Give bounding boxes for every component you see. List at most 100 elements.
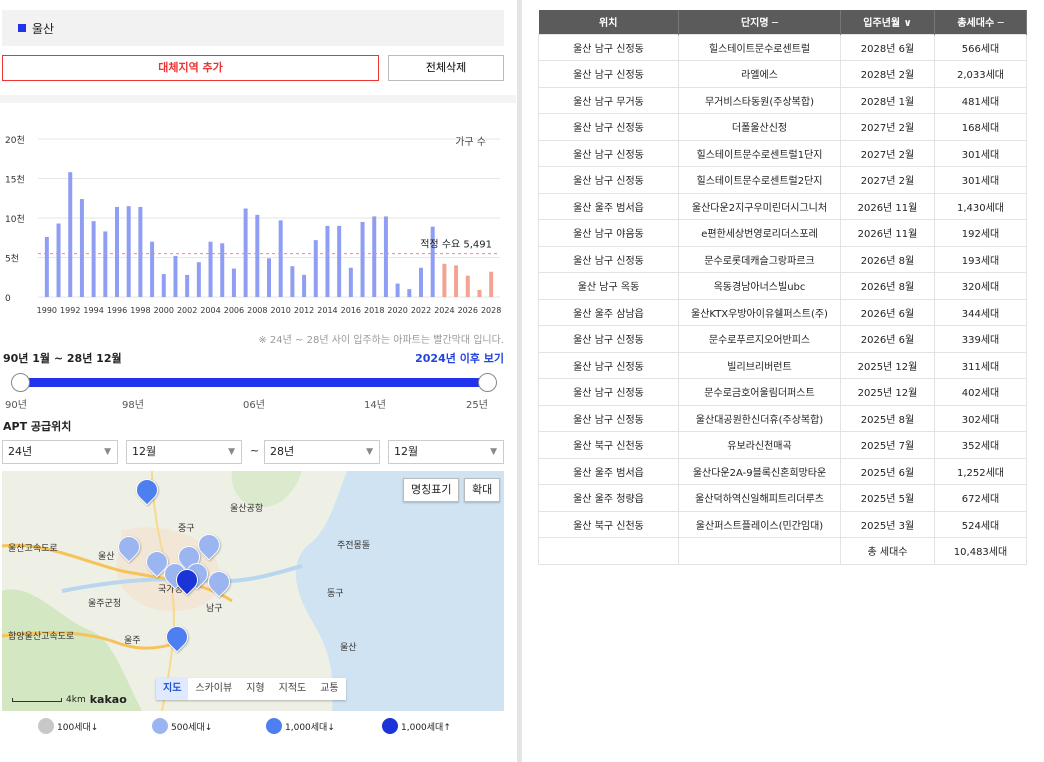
bar[interactable] xyxy=(419,267,423,297)
table-row[interactable]: 울산 남구 무거동 무거비스타동원(주상복합) 2028년 1월 481세대 xyxy=(538,86,1027,114)
table-row[interactable]: 울산 남구 신정동 라엘에스 2028년 2월 2,033세대 xyxy=(538,60,1027,88)
cell-location: 울산 북구 신천동 xyxy=(538,510,679,538)
from-month-select[interactable]: 12월 ▼ xyxy=(126,440,242,464)
bar[interactable] xyxy=(278,220,283,297)
chevron-down-icon: ▼ xyxy=(228,447,235,457)
bar[interactable] xyxy=(465,275,470,297)
cell-move-in: 2025년 12월 xyxy=(840,378,935,406)
col-households[interactable]: 총세대수 ─ xyxy=(934,10,1027,34)
bar[interactable] xyxy=(138,206,143,297)
table-row[interactable]: 울산 남구 신정동 더폴울산신정 2027년 2월 168세대 xyxy=(538,113,1027,141)
delete-all-button[interactable]: 전체삭제 xyxy=(388,55,504,81)
bar[interactable] xyxy=(348,267,353,297)
bar[interactable] xyxy=(173,255,178,297)
bar[interactable] xyxy=(103,231,108,297)
bar[interactable] xyxy=(290,266,295,297)
bar[interactable] xyxy=(44,236,49,297)
bar[interactable] xyxy=(185,274,190,297)
table-row[interactable]: 울산 남구 신정동 힐스테이트문수로센트럴 2028년 6월 566세대 xyxy=(538,33,1027,61)
bar[interactable] xyxy=(489,271,494,297)
bar[interactable] xyxy=(302,274,307,297)
bar[interactable] xyxy=(115,206,119,297)
slider-handle-start[interactable] xyxy=(11,373,30,392)
map-tab-traffic[interactable]: 교통 xyxy=(313,678,345,700)
table-row[interactable]: 울산 남구 신정동 빌리브리버런트 2025년 12월 311세대 xyxy=(538,351,1027,379)
supply-map[interactable]: 명칭표기 확대 울산공항 중구 울산 주전몽돌 동구 울주군청 울주 남구 국가정 울산 울산고속도… xyxy=(2,471,504,711)
slider-handle-end[interactable] xyxy=(478,373,497,392)
legend-label: 1,000세대↓ xyxy=(285,722,335,733)
to-year-select[interactable]: 28년 ▼ xyxy=(264,440,380,464)
region-selection[interactable]: 울산 xyxy=(2,10,504,46)
total-value: 10,483세대 xyxy=(934,537,1027,565)
bar[interactable] xyxy=(231,268,236,297)
bar[interactable] xyxy=(91,221,96,297)
panel-divider[interactable] xyxy=(517,0,522,762)
cell-complex: 문수로롯데캐슬그랑파르크 xyxy=(678,245,841,273)
bar[interactable] xyxy=(196,262,201,297)
table-row[interactable]: 울산 북구 신천동 유보라신천매곡 2025년 7월 352세대 xyxy=(538,431,1027,459)
bar[interactable] xyxy=(68,172,73,297)
bar[interactable] xyxy=(267,258,271,297)
map-tab-skyview[interactable]: 스카이뷰 xyxy=(188,678,239,700)
to-month-select[interactable]: 12월 ▼ xyxy=(388,440,504,464)
map-label: 주전몽돌 xyxy=(337,541,371,551)
y-tick-label: 20천 xyxy=(5,135,25,146)
bar[interactable] xyxy=(395,283,400,297)
col-location[interactable]: 위치 xyxy=(538,10,679,34)
bar[interactable] xyxy=(313,240,318,297)
bar[interactable] xyxy=(161,274,166,297)
bar[interactable] xyxy=(430,226,435,297)
table-row[interactable]: 울산 남구 신정동 힐스테이트문수로센트럴1단지 2027년 2월 301세대 xyxy=(538,139,1027,167)
after-2024-link[interactable]: 2024년 이후 보기 xyxy=(415,350,504,366)
add-alternative-region-button[interactable]: 대체지역 추가 xyxy=(2,55,379,81)
cell-complex: 울산다운2지구우미린더시그니처 xyxy=(678,192,841,220)
bar[interactable] xyxy=(150,241,155,297)
bar[interactable] xyxy=(56,223,61,297)
bar[interactable] xyxy=(442,263,447,297)
map-tab-terrain[interactable]: 지형 xyxy=(239,678,271,700)
zoom-button[interactable]: 확대 xyxy=(464,478,501,502)
chevron-down-icon: ▼ xyxy=(104,447,111,457)
table-row[interactable]: 울산 남구 야음동 e편한세상번영로리더스포레 2026년 11월 192세대 xyxy=(538,219,1027,247)
bar[interactable] xyxy=(407,289,412,297)
table-row[interactable]: 울산 울주 청량읍 울산덕하역신일해피트리더루츠 2025년 5월 672세대 xyxy=(538,484,1027,512)
cell-move-in: 2025년 6월 xyxy=(840,457,935,485)
bar[interactable] xyxy=(337,225,342,297)
bar[interactable] xyxy=(255,214,260,297)
col-complex[interactable]: 단지명 ─ xyxy=(678,10,841,34)
col-move-in[interactable]: 입주년월 ∨ xyxy=(840,10,935,34)
bar[interactable] xyxy=(360,221,365,297)
bar[interactable] xyxy=(126,206,131,297)
pin-gray-icon xyxy=(38,718,54,734)
bar[interactable] xyxy=(383,216,388,297)
table-row[interactable]: 울산 울주 범서읍 울산다운2지구우미린더시그니처 2026년 11월 1,430세대 xyxy=(538,192,1027,220)
toggle-names-button[interactable]: 명칭표기 xyxy=(403,478,460,502)
table-row[interactable]: 울산 남구 신정동 울산대공원한신더휴(주상복합) 2025년 8월 302세대 xyxy=(538,404,1027,432)
region-color-square xyxy=(18,24,26,32)
table-row[interactable]: 울산 남구 신정동 문수로롯데캐슬그랑파르크 2026년 8월 193세대 xyxy=(538,245,1027,273)
table-row[interactable]: 울산 남구 신정동 문수로푸르지오어반피스 2026년 6월 339세대 xyxy=(538,325,1027,353)
bar[interactable] xyxy=(79,199,84,297)
from-year-select[interactable]: 24년 ▼ xyxy=(2,440,118,464)
table-row[interactable]: 울산 울주 범서읍 울산다운2A-9블록신혼희망타운 2025년 6월 1,252세대 xyxy=(538,457,1027,485)
bar[interactable] xyxy=(454,265,459,297)
bar[interactable] xyxy=(243,208,248,297)
cell-move-in: 2028년 2월 xyxy=(840,60,935,88)
bar[interactable] xyxy=(325,225,330,297)
table-row[interactable]: 울산 울주 삼남읍 울산KTX우방아이유쉘퍼스트(주) 2026년 6월 344세대 xyxy=(538,298,1027,326)
bar[interactable] xyxy=(372,216,377,297)
cell-location: 울산 울주 범서읍 xyxy=(538,457,679,485)
cell-complex: 힐스테이트문수로센트럴1단지 xyxy=(678,139,841,167)
map-tab-cadastral[interactable]: 지적도 xyxy=(272,678,314,700)
bar[interactable] xyxy=(208,241,213,297)
bar[interactable] xyxy=(477,289,482,297)
table-row[interactable]: 울산 남구 신정동 힐스테이트문수로센트럴2단지 2027년 2월 301세대 xyxy=(538,166,1027,194)
bar[interactable] xyxy=(220,243,225,297)
table-row[interactable]: 울산 남구 옥동 옥동경남아너스빌ubc 2026년 8월 320세대 xyxy=(538,272,1027,300)
map-tab-map[interactable]: 지도 xyxy=(156,678,189,700)
cell-location: 울산 울주 삼남읍 xyxy=(538,298,679,326)
table-row[interactable]: 울산 북구 신천동 울산퍼스트플레이스(민간임대) 2025년 3월 524세대 xyxy=(538,510,1027,538)
period-slider-track[interactable] xyxy=(20,378,488,387)
table-row[interactable]: 울산 남구 신정동 문수로금호어울림더퍼스트 2025년 12월 402세대 xyxy=(538,378,1027,406)
x-tick-label: 2006 xyxy=(224,306,244,315)
